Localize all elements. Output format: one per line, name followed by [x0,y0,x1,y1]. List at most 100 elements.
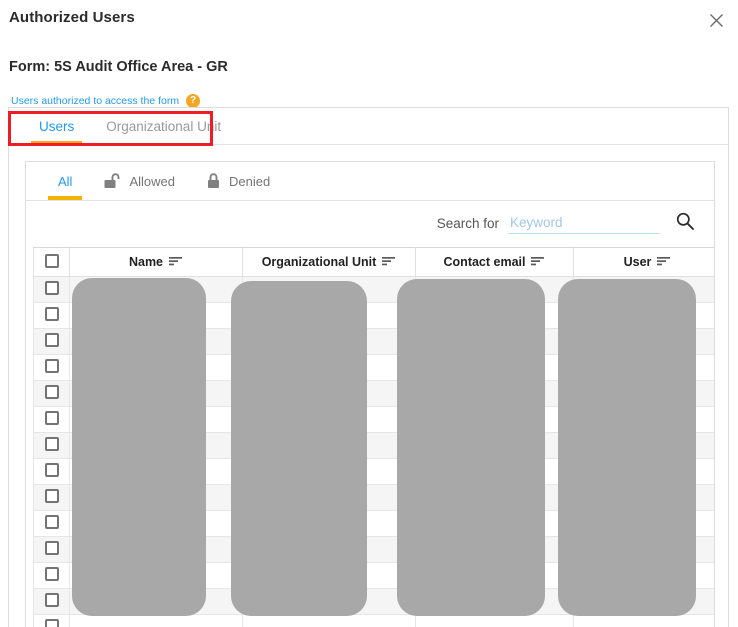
row-select-cell[interactable] [33,380,70,407]
form-name-label: Form: 5S Audit Office Area - GR [9,59,228,75]
tab-users-label: Users [39,118,75,134]
close-icon [709,13,724,28]
row-checkbox[interactable] [44,281,59,295]
table-row[interactable] [33,302,714,329]
lock-icon [207,173,221,189]
search-row: Search for [26,201,714,246]
table-row[interactable] [33,484,714,511]
sort-icon[interactable] [531,255,545,269]
cell-user [573,380,714,407]
row-select-cell[interactable] [33,536,70,563]
row-select-cell[interactable] [33,588,70,615]
row-select-cell[interactable] [33,276,70,303]
column-header-name[interactable]: Name [69,247,243,277]
row-checkbox[interactable] [44,385,59,399]
row-checkbox[interactable] [44,489,59,503]
cell-contact-email [415,510,574,537]
cell-organizational-unit [242,562,416,589]
row-checkbox[interactable] [44,437,59,451]
row-select-cell[interactable] [33,302,70,329]
column-header-name-label: Name [128,255,164,269]
table-header-row: Name Organizational Unit Contact email U… [33,247,714,277]
row-select-cell[interactable] [33,562,70,589]
cell-name [69,302,243,329]
row-select-cell[interactable] [33,614,70,627]
cell-contact-email [415,458,574,485]
table-row[interactable] [33,354,714,381]
row-select-cell[interactable] [33,406,70,433]
select-all-checkbox[interactable] [44,253,59,268]
column-header-user-label: User [623,255,652,269]
table-header: Name Organizational Unit Contact email U… [33,247,714,277]
help-icon[interactable]: ? [186,94,201,108]
table-row[interactable] [33,380,714,407]
filter-tab-all[interactable]: All [42,162,88,200]
row-checkbox[interactable] [44,541,59,555]
sort-icon[interactable] [169,255,183,269]
filter-tab-denied-label: Denied [228,173,271,189]
table-row[interactable] [33,432,714,459]
filter-tab-allowed-label: Allowed [129,173,175,189]
table-row[interactable] [33,276,714,303]
row-select-cell[interactable] [33,458,70,485]
cell-user [573,484,714,511]
cell-user [573,510,714,537]
row-select-cell[interactable] [33,328,70,355]
cell-name [69,276,243,303]
tab-organizational-unit[interactable]: Organizational Unit [90,108,237,144]
row-select-cell[interactable] [33,484,70,511]
column-header-user[interactable]: User [573,247,714,277]
row-select-cell[interactable] [33,432,70,459]
cell-name [69,432,243,459]
search-input[interactable] [508,213,660,234]
row-checkbox[interactable] [44,515,59,529]
cell-user [573,562,714,589]
sort-icon[interactable] [657,255,671,269]
users-table: Name Organizational Unit Contact email U… [33,247,714,627]
cell-contact-email [415,588,574,615]
cell-contact-email [415,380,574,407]
tab-users[interactable]: Users [23,108,90,144]
sort-icon[interactable] [382,255,396,269]
cell-organizational-unit [242,328,416,355]
cell-name [69,510,243,537]
cell-name [69,562,243,589]
users-table-container[interactable]: Name Organizational Unit Contact email U… [33,247,714,627]
row-checkbox[interactable] [44,359,59,373]
column-header-contact-email-label: Contact email [443,255,526,269]
help-line: Users authorized to access the form ? [11,94,201,108]
page-title: Authorized Users [9,9,135,26]
row-checkbox[interactable] [44,463,59,477]
table-row[interactable] [33,458,714,485]
table-row[interactable] [33,536,714,563]
select-all-header[interactable] [33,247,70,277]
cell-user [573,354,714,381]
cell-name [69,588,243,615]
column-header-organizational-unit[interactable]: Organizational Unit [242,247,416,277]
authorized-users-help-link[interactable]: Users authorized to access the form [11,95,179,107]
row-checkbox[interactable] [44,567,59,581]
table-row[interactable] [33,588,714,615]
table-row[interactable] [33,328,714,355]
row-checkbox[interactable] [44,333,59,347]
cell-user [573,614,714,627]
column-header-contact-email[interactable]: Contact email [415,247,574,277]
filter-tab-denied[interactable]: Denied [191,162,286,200]
table-row[interactable] [33,614,714,627]
row-select-cell[interactable] [33,354,70,381]
row-checkbox[interactable] [44,593,59,607]
close-button[interactable] [704,8,728,32]
cell-name [69,406,243,433]
cell-contact-email [415,328,574,355]
table-row[interactable] [33,510,714,537]
cell-organizational-unit [242,276,416,303]
table-row[interactable] [33,406,714,433]
row-checkbox[interactable] [44,307,59,321]
filter-tab-allowed[interactable]: Allowed [88,162,191,200]
search-button[interactable] [674,212,696,235]
row-checkbox[interactable] [44,619,59,627]
cell-contact-email [415,484,574,511]
row-select-cell[interactable] [33,510,70,537]
table-row[interactable] [33,562,714,589]
row-checkbox[interactable] [44,411,59,425]
